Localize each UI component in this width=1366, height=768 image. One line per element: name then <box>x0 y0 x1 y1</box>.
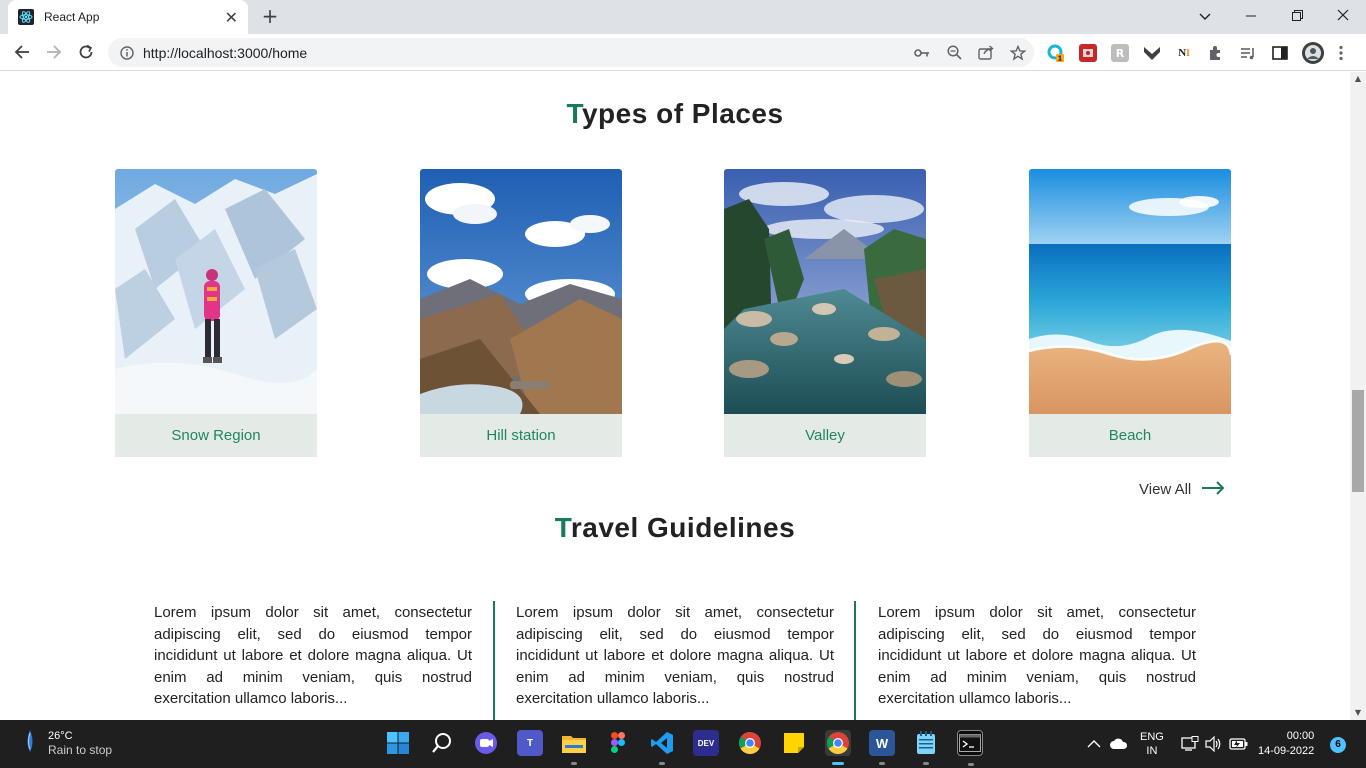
bookmark-star-icon[interactable] <box>1002 38 1034 67</box>
tab-title: React App <box>44 10 100 24</box>
show-hidden-icons-icon[interactable] <box>1087 720 1101 768</box>
site-info-icon[interactable] <box>119 45 135 61</box>
chrome-active-icon[interactable] <box>825 730 851 765</box>
sticky-notes-icon[interactable] <box>781 730 807 756</box>
network-icon[interactable] <box>1181 720 1199 768</box>
guideline-text: Lorem ipsum dolor sit amet, consectetur … <box>154 604 472 708</box>
view-all-label: View All <box>1139 481 1192 498</box>
system-clock[interactable]: 00:00 14-09-2022 <box>1258 729 1314 759</box>
vscode-icon[interactable] <box>649 730 675 765</box>
view-all-link[interactable]: View All <box>1139 480 1225 499</box>
close-tab-icon[interactable]: ✕ <box>225 8 238 27</box>
file-explorer-icon[interactable] <box>561 730 587 765</box>
notepad-icon[interactable] <box>913 730 939 765</box>
minimize-icon[interactable] <box>1228 4 1274 30</box>
column-divider <box>493 601 495 720</box>
place-card-snow-region[interactable]: Snow Region <box>115 169 317 457</box>
valley-image <box>724 169 926 414</box>
place-label: Valley <box>805 427 845 444</box>
restore-icon[interactable] <box>1274 4 1320 30</box>
page-scrollbar[interactable]: ▲ ▼ <box>1350 72 1366 720</box>
place-card-valley[interactable]: Valley <box>724 169 926 457</box>
travel-guidelines-heading: Travel Guidelines <box>0 512 1350 544</box>
region-code: IN <box>1146 745 1158 757</box>
devtoys-icon[interactable]: DEV <box>693 730 719 756</box>
menu-kebab-icon[interactable] <box>1332 44 1350 62</box>
heading-accent-letter: T <box>566 98 582 129</box>
browser-toolbar: http://localhost:3000/home 1 R NI <box>0 34 1366 71</box>
clock-date: 14-09-2022 <box>1258 745 1315 757</box>
types-of-places-heading: Types of Places <box>0 98 1350 130</box>
back-icon[interactable] <box>10 40 34 64</box>
chat-icon[interactable] <box>473 730 499 756</box>
place-label: Hill station <box>486 427 556 444</box>
extension-icon[interactable] <box>1079 44 1097 62</box>
hill-station-image <box>420 169 622 414</box>
svg-text:1: 1 <box>1058 56 1062 63</box>
reading-list-icon[interactable] <box>1239 44 1257 62</box>
url-text: http://localhost:3000/home <box>143 44 308 61</box>
guideline-text: Lorem ipsum dolor sit amet, consectetur … <box>878 604 1196 708</box>
search-icon[interactable] <box>429 730 455 756</box>
guideline-text: Lorem ipsum dolor sit amet, consectetur … <box>516 604 834 708</box>
key-icon[interactable] <box>906 38 938 67</box>
scroll-up-icon[interactable]: ▲ <box>1350 72 1366 86</box>
teams-icon[interactable]: T <box>517 730 543 756</box>
zoom-icon[interactable] <box>938 38 970 67</box>
place-label: Beach <box>1108 427 1152 444</box>
heading-accent-letter: T <box>554 512 571 543</box>
extension-icon[interactable] <box>1143 44 1161 62</box>
extensions-puzzle-icon[interactable] <box>1207 44 1225 62</box>
side-panel-icon[interactable] <box>1271 44 1289 62</box>
heading-text: ypes of Places <box>581 98 784 129</box>
volume-icon[interactable] <box>1205 720 1223 768</box>
onedrive-cloud-icon[interactable] <box>1109 720 1129 768</box>
heading-text: ravel Guidelines <box>570 512 796 543</box>
place-card-beach[interactable]: Beach <box>1029 169 1231 457</box>
figma-icon[interactable] <box>605 730 631 756</box>
terminal-icon[interactable] <box>957 730 983 766</box>
chrome-icon[interactable] <box>737 730 763 756</box>
forward-icon[interactable] <box>42 40 66 64</box>
profile-avatar[interactable] <box>1302 42 1324 64</box>
clock-time: 00:00 <box>1286 730 1315 742</box>
place-card-hill-station[interactable]: Hill station <box>420 169 622 457</box>
close-window-icon[interactable] <box>1320 4 1366 30</box>
share-icon[interactable] <box>970 38 1002 67</box>
browser-tab[interactable]: React App ✕ <box>8 0 248 34</box>
beach-image <box>1029 169 1231 414</box>
scroll-down-icon[interactable]: ▼ <box>1350 706 1366 720</box>
tab-search-chevron-icon[interactable] <box>1182 4 1228 30</box>
word-icon[interactable]: W <box>869 730 895 765</box>
weather-widget[interactable]: 26°C Rain to stop <box>22 728 112 758</box>
battery-icon[interactable] <box>1229 720 1249 768</box>
arrow-right-icon <box>1201 480 1225 499</box>
column-divider <box>854 601 856 720</box>
weather-description: Rain to stop <box>48 742 113 757</box>
extension-icon[interactable]: R <box>1111 44 1129 62</box>
reload-icon[interactable] <box>74 40 98 64</box>
extension-icon[interactable]: 1 <box>1047 44 1065 62</box>
place-label: Snow Region <box>171 427 261 444</box>
page-viewport: Types of Places Snow Region Hill station… <box>0 72 1350 720</box>
windows-taskbar: 26°C Rain to stop T DEV W ENG IN 00:00 1… <box>0 720 1366 768</box>
tab-strip: React App ✕ + <box>0 0 1366 34</box>
start-windows-icon[interactable] <box>385 730 411 756</box>
language-code: ENG <box>1140 731 1164 743</box>
extension-icon[interactable]: NI <box>1175 44 1193 62</box>
address-bar[interactable]: http://localhost:3000/home <box>108 38 1034 67</box>
react-logo-icon <box>18 9 34 25</box>
scrollbar-thumb[interactable] <box>1352 390 1364 492</box>
new-tab-icon[interactable]: + <box>259 5 281 27</box>
snow-region-image <box>115 169 317 414</box>
weather-temperature: 26°C <box>48 729 73 742</box>
language-indicator[interactable]: ENG IN <box>1140 720 1164 768</box>
weather-icon <box>22 728 38 758</box>
notification-badge[interactable]: 6 <box>1330 737 1346 753</box>
